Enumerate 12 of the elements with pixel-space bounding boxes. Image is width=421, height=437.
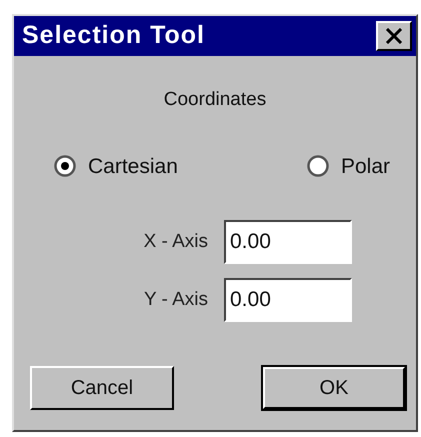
radio-option[interactable]: Cartesian [54,150,178,182]
dialog-button[interactable]: Cancel [30,366,174,410]
field-label: X - Axis [142,230,208,254]
close-icon [385,28,403,44]
input-field[interactable]: 0.00 [224,278,352,322]
section-heading: Coordinates [162,88,268,112]
input-field[interactable]: 0.00 [224,220,352,264]
close-button[interactable] [376,21,412,51]
radio-option[interactable]: Polar [306,150,390,182]
window-title: Selection Tool [22,20,205,52]
dialog-button[interactable]: OK [262,366,406,410]
field-label: Y - Axis [142,288,208,312]
